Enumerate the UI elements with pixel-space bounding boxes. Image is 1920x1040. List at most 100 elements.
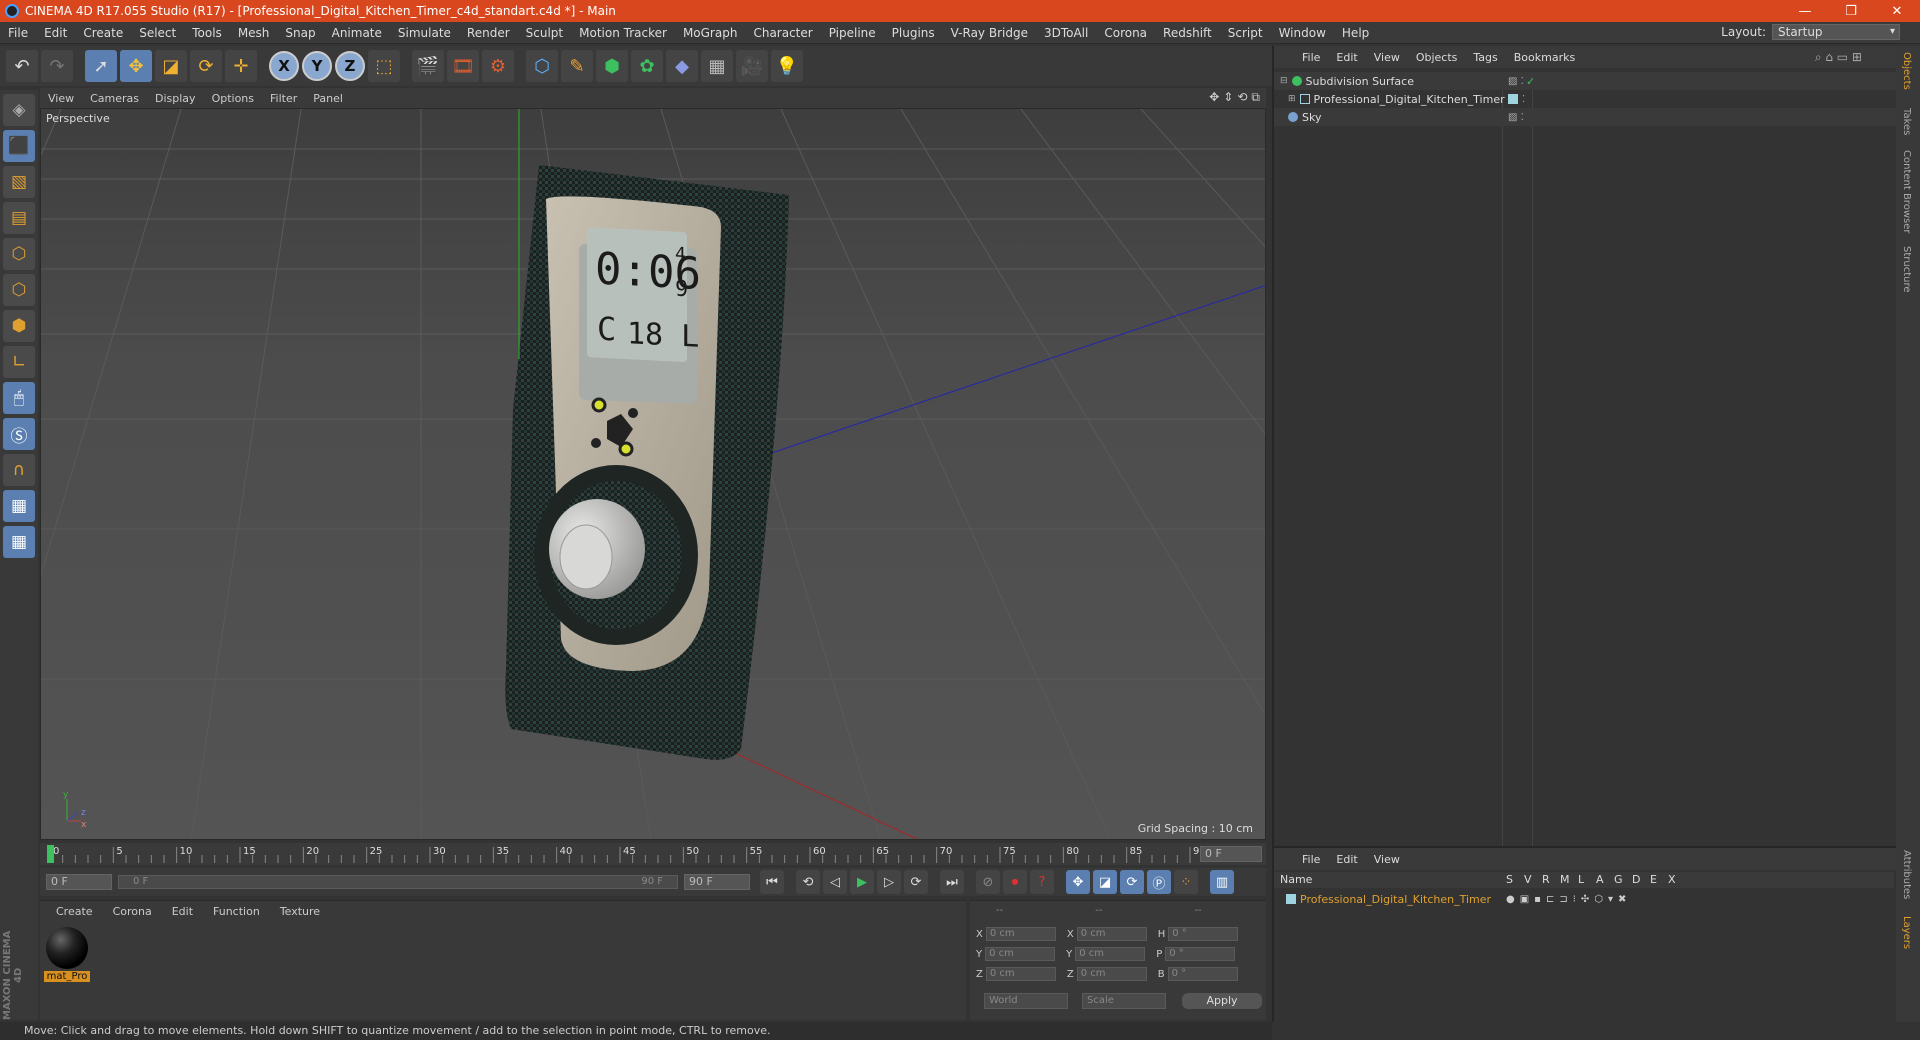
- viewport-menu-cameras[interactable]: Cameras: [82, 92, 147, 105]
- tab-attributes[interactable]: Attributes: [1901, 850, 1912, 899]
- close-button[interactable]: ✕: [1874, 0, 1920, 22]
- timeline-ruler[interactable]: 051015202530354045505560657075808590 0 F: [40, 843, 1266, 865]
- start-frame-field[interactable]: 0 F: [46, 874, 112, 890]
- cube-icon[interactable]: ⬡: [526, 50, 558, 82]
- recent-tools-icon[interactable]: ✛: [225, 50, 257, 82]
- menu-create[interactable]: Create: [75, 26, 131, 40]
- rotate-icon[interactable]: ⟳: [190, 50, 222, 82]
- x-axis-icon[interactable]: X: [269, 51, 299, 81]
- menu-character[interactable]: Character: [745, 26, 820, 40]
- position-x-field[interactable]: 0 cm: [985, 927, 1056, 941]
- menu-mograph[interactable]: MoGraph: [675, 26, 746, 40]
- live-selection-icon[interactable]: ➚: [85, 50, 117, 82]
- material-menu-texture[interactable]: Texture: [270, 905, 330, 918]
- lm-menu-view[interactable]: View: [1366, 853, 1408, 866]
- range-slider[interactable]: 0 F 90 F: [118, 875, 678, 889]
- make-editable-icon[interactable]: ◈: [3, 94, 35, 126]
- tab-content-browser[interactable]: Content Browser: [1901, 150, 1912, 233]
- key-scale-icon[interactable]: ◪: [1093, 870, 1117, 894]
- material-menu-edit[interactable]: Edit: [162, 905, 203, 918]
- visibility-toggles[interactable]: ▨ ⁚: [1508, 112, 1524, 123]
- menu-motion-tracker[interactable]: Motion Tracker: [571, 26, 675, 40]
- menu-help[interactable]: Help: [1334, 26, 1377, 40]
- tab-objects[interactable]: Objects: [1901, 52, 1912, 90]
- minimize-button[interactable]: —: [1782, 0, 1828, 22]
- camera-icon[interactable]: 🎥: [736, 50, 768, 82]
- rotation-h-field[interactable]: 0 °: [1168, 927, 1239, 941]
- edges-mode-icon[interactable]: ⬡: [3, 274, 35, 306]
- orbit-icon[interactable]: ⟲: [1237, 90, 1247, 105]
- size-z-field[interactable]: 0 cm: [1076, 967, 1147, 981]
- menu-sculpt[interactable]: Sculpt: [518, 26, 571, 40]
- key-rotation-icon[interactable]: ⟳: [1120, 870, 1144, 894]
- axis-mode-icon[interactable]: ∟: [3, 346, 35, 378]
- size-x-field[interactable]: 0 cm: [1076, 927, 1147, 941]
- menu-mesh[interactable]: Mesh: [230, 26, 278, 40]
- menu-simulate[interactable]: Simulate: [390, 26, 459, 40]
- scale-icon[interactable]: ◪: [155, 50, 187, 82]
- material-swatch[interactable]: mat_Pro: [44, 927, 90, 983]
- cloner-icon[interactable]: ✿: [631, 50, 663, 82]
- workplane-mode-icon[interactable]: ▤: [3, 202, 35, 234]
- go-to-start-icon[interactable]: ⏮: [760, 870, 784, 894]
- visibility-toggles[interactable]: ⁚: [1522, 94, 1525, 105]
- render-picture-viewer-icon[interactable]: 🎞: [447, 50, 479, 82]
- restore-button[interactable]: ❐: [1828, 0, 1874, 22]
- end-frame-field[interactable]: 90 F: [684, 874, 750, 890]
- pan-icon[interactable]: ✥: [1209, 90, 1219, 105]
- lm-menu-edit[interactable]: Edit: [1328, 853, 1365, 866]
- polygons-mode-icon[interactable]: ⬢: [3, 310, 35, 342]
- material-menu-corona[interactable]: Corona: [103, 905, 162, 918]
- maximize-view-icon[interactable]: ⧉: [1251, 90, 1260, 105]
- edit-render-settings-icon[interactable]: ⚙: [482, 50, 514, 82]
- kitchen-timer-model[interactable]: 0:06 4 9 C 18 L: [505, 165, 789, 760]
- om-menu-tags[interactable]: Tags: [1465, 51, 1505, 64]
- step-forward-icon[interactable]: ▷: [877, 870, 901, 894]
- deformer-icon[interactable]: ◆: [666, 50, 698, 82]
- tab-structure[interactable]: Structure: [1901, 246, 1912, 293]
- material-menu-function[interactable]: Function: [203, 905, 270, 918]
- menu-window[interactable]: Window: [1271, 26, 1334, 40]
- playhead-marker[interactable]: [47, 845, 54, 863]
- menu-select[interactable]: Select: [131, 26, 184, 40]
- snap-icon[interactable]: ∩: [3, 454, 35, 486]
- undo-icon[interactable]: ↶: [6, 50, 38, 82]
- menu-script[interactable]: Script: [1220, 26, 1271, 40]
- light-icon[interactable]: 💡: [771, 50, 803, 82]
- apply-button[interactable]: Apply: [1182, 993, 1262, 1009]
- planar-workplane-icon[interactable]: ▦: [3, 526, 35, 558]
- om-menu-file[interactable]: File: [1294, 51, 1328, 64]
- enabled-check-icon[interactable]: ✓: [1526, 75, 1535, 88]
- z-axis-icon[interactable]: Z: [335, 51, 365, 81]
- perspective-viewport[interactable]: Perspective 0:06 4 9 C 18 L y z x Grid S…: [40, 108, 1266, 840]
- menu-tools[interactable]: Tools: [184, 26, 230, 40]
- rotation-p-field[interactable]: 0 °: [1165, 947, 1236, 961]
- menu-render[interactable]: Render: [459, 26, 518, 40]
- timeline-icon[interactable]: ▥: [1210, 870, 1234, 894]
- y-axis-icon[interactable]: Y: [302, 51, 332, 81]
- om-menu-bookmarks[interactable]: Bookmarks: [1506, 51, 1583, 64]
- menu-redshift[interactable]: Redshift: [1155, 26, 1220, 40]
- om-menu-objects[interactable]: Objects: [1408, 51, 1466, 64]
- layer-toggle-icons[interactable]: ●▣▪⊏⊐⁝✣⬡▾✖: [1506, 894, 1631, 905]
- menu-file[interactable]: File: [0, 26, 36, 40]
- collapse-icon[interactable]: ⊟: [1280, 76, 1288, 86]
- viewport-menu-view[interactable]: View: [40, 92, 82, 105]
- model-mode-icon[interactable]: ⬛: [3, 130, 35, 162]
- menu-animate[interactable]: Animate: [324, 26, 390, 40]
- menu-snap[interactable]: Snap: [277, 26, 323, 40]
- lm-menu-file[interactable]: File: [1294, 853, 1328, 866]
- key-pla-icon[interactable]: ⁘: [1174, 870, 1198, 894]
- solo-icon[interactable]: Ⓢ: [3, 418, 35, 450]
- current-frame-field[interactable]: 0 F: [1200, 846, 1262, 862]
- coordinate-mode-dropdown[interactable]: World: [984, 993, 1068, 1009]
- layout-dropdown[interactable]: Startup: [1772, 24, 1900, 40]
- viewport-menu-filter[interactable]: Filter: [262, 92, 305, 105]
- coordinate-system-icon[interactable]: ⬚: [368, 50, 400, 82]
- tab-layers[interactable]: Layers: [1901, 916, 1912, 949]
- menu-3dtoall[interactable]: 3DToAll: [1036, 26, 1096, 40]
- om-menu-edit[interactable]: Edit: [1328, 51, 1365, 64]
- workplane-lock-icon[interactable]: ▦: [3, 490, 35, 522]
- record-active-objects-icon[interactable]: ⏺: [1003, 870, 1027, 894]
- key-position-icon[interactable]: ✥: [1066, 870, 1090, 894]
